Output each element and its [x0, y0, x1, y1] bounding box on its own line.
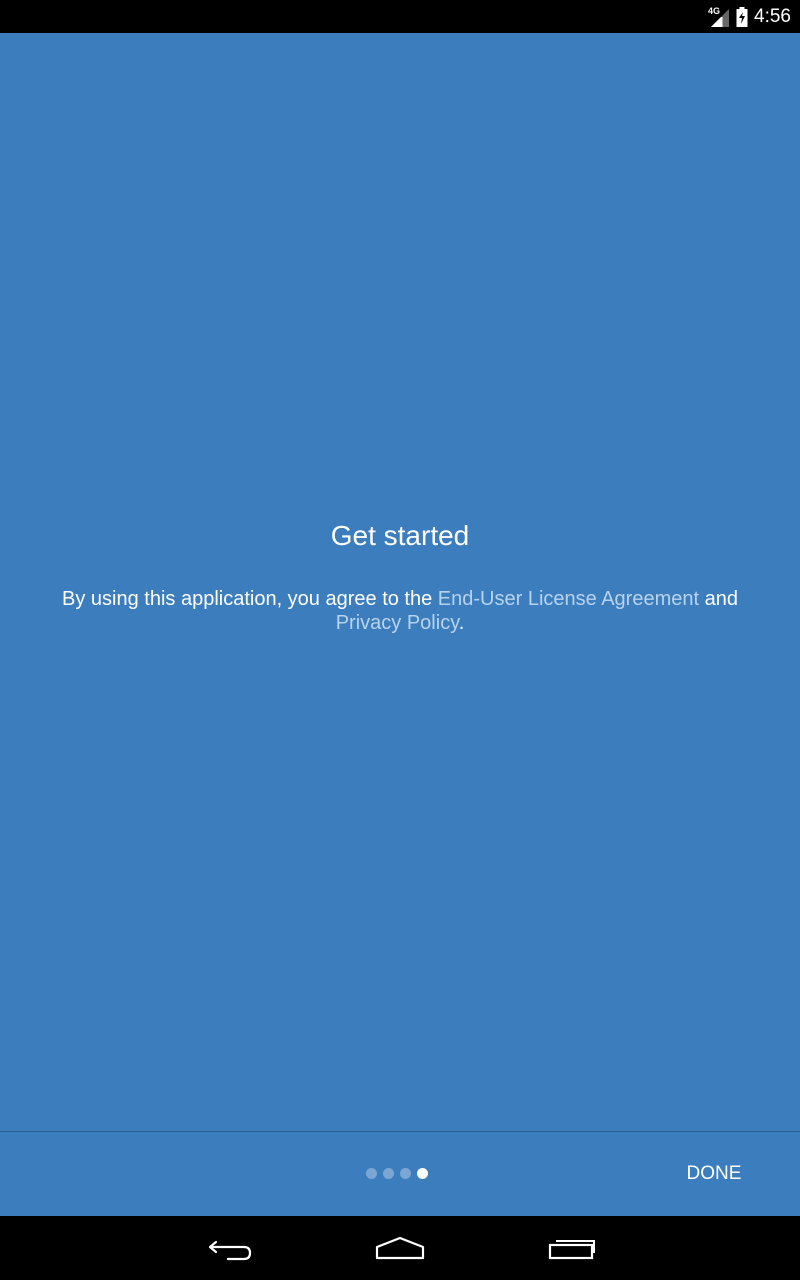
status-bar: 4G 4:56 [0, 0, 800, 33]
status-clock: 4:56 [754, 5, 791, 27]
legal-text-suffix: . [458, 612, 465, 634]
page-dot-4-active [417, 1168, 428, 1179]
privacy-policy-link[interactable]: Privacy Policy [336, 612, 459, 634]
eula-link[interactable]: End-User License Agreement [438, 588, 699, 610]
battery-charging-icon [736, 6, 748, 27]
page-title: Get started [330, 520, 470, 551]
signal-icon: 4G [708, 6, 730, 28]
page-indicator [366, 1168, 428, 1179]
bottom-bar: DONE [0, 1132, 800, 1216]
page-dot-3 [400, 1168, 411, 1179]
recents-icon[interactable] [541, 1230, 601, 1266]
onboarding-page: Get started By using this application, y… [0, 33, 800, 1131]
home-icon[interactable] [370, 1230, 430, 1266]
screen: 4G 4:56 Get started By using this applic… [0, 0, 800, 1280]
navigation-bar [0, 1216, 800, 1280]
legal-text-middle: and [699, 588, 738, 610]
legal-notice: By using this application, you agree to … [40, 587, 760, 635]
legal-text-prefix: By using this application, you agree to … [62, 588, 438, 610]
page-dot-2 [383, 1168, 394, 1179]
status-icons: 4G 4:56 [708, 0, 791, 33]
page-dot-1 [366, 1168, 377, 1179]
done-button[interactable]: DONE [672, 1158, 756, 1190]
back-icon[interactable] [200, 1230, 260, 1266]
